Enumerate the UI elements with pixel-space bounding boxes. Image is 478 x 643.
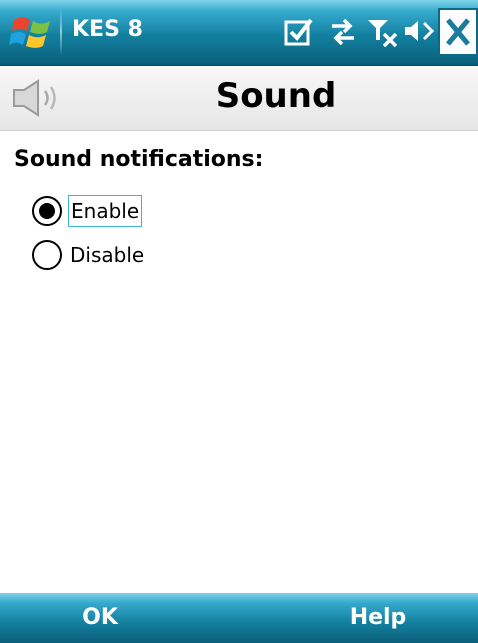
radio-label-enable[interactable]: Enable bbox=[68, 195, 143, 227]
data-connection-icon[interactable] bbox=[328, 14, 358, 48]
radio-button-enable[interactable] bbox=[32, 196, 62, 226]
close-icon bbox=[446, 18, 470, 46]
page-header: Sound bbox=[0, 66, 478, 131]
no-signal-icon[interactable] bbox=[366, 14, 400, 48]
checkbox-notification-icon[interactable] bbox=[282, 14, 316, 48]
ok-softkey[interactable]: OK bbox=[0, 593, 200, 643]
title-separator bbox=[60, 10, 62, 54]
sound-notifications-label: Sound notifications: bbox=[14, 147, 264, 172]
page-title: Sound bbox=[215, 76, 337, 116]
radio-option-enable[interactable]: Enable bbox=[32, 193, 143, 229]
softkey-bar: OK Help bbox=[0, 593, 478, 643]
radio-label-disable[interactable]: Disable bbox=[68, 240, 146, 270]
app-title: KES 8 bbox=[72, 17, 143, 42]
windows-start-icon[interactable] bbox=[8, 8, 56, 56]
help-softkey[interactable]: Help bbox=[278, 593, 478, 643]
radio-option-disable[interactable]: Disable bbox=[32, 237, 146, 273]
close-button[interactable] bbox=[438, 8, 478, 56]
title-bar: KES 8 bbox=[0, 0, 478, 66]
radio-button-disable[interactable] bbox=[32, 240, 62, 270]
volume-icon[interactable] bbox=[402, 14, 436, 48]
